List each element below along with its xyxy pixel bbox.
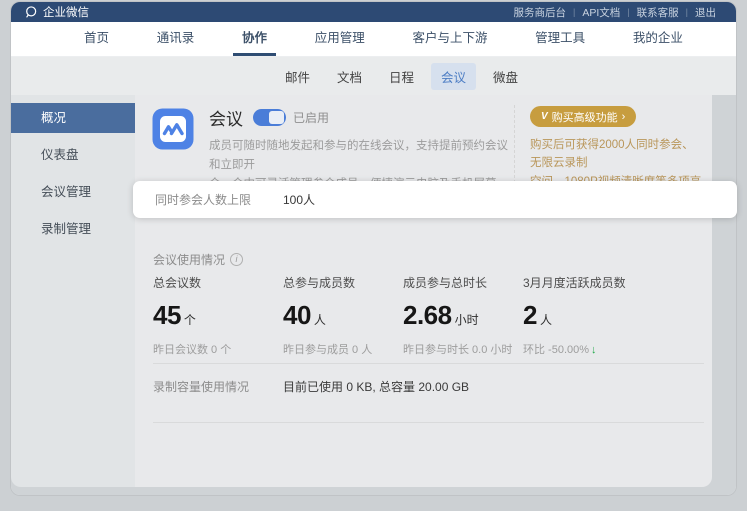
buy-premium-label: 购买高级功能	[552, 109, 618, 125]
link-service-provider[interactable]: 服务商后台	[507, 5, 574, 20]
trend-down-icon: ↓	[591, 344, 597, 356]
sidebar: 概况 仪表盘 会议管理 录制管理	[11, 95, 135, 487]
nav-item-customers[interactable]: 客户与上下游	[403, 22, 496, 56]
stat-value: 40	[283, 300, 311, 331]
stat-total-meetings: 总会议数 45 个 昨日会议数 0 个	[153, 274, 283, 357]
topbar-links: 服务商后台 | API文档 | 联系客服 | 退出	[507, 5, 723, 20]
sidebar-item-overview[interactable]: 概况	[11, 103, 135, 133]
link-api-docs[interactable]: API文档	[575, 5, 627, 20]
stat-label: 总会议数	[153, 274, 283, 291]
usage-title-text: 会议使用情况	[153, 251, 225, 268]
stat-unit: 人	[540, 311, 552, 328]
toggle-knob	[269, 111, 284, 124]
recording-usage-row: 录制容量使用情况 目前已使用 0 KB, 总容量 20.00 GB	[153, 378, 469, 395]
link-contact-support[interactable]: 联系客服	[630, 5, 686, 20]
link-logout[interactable]: 退出	[688, 5, 723, 20]
limit-label: 同时参会人数上限	[155, 191, 283, 208]
tab-mail[interactable]: 邮件	[275, 63, 320, 90]
stat-label: 3月月度活跃成员数	[523, 274, 704, 291]
chevron-right-icon: ›	[622, 111, 626, 123]
usage-stats: 总会议数 45 个 昨日会议数 0 个 总参与成员数 40 人 昨日	[153, 274, 704, 357]
nav-item-home[interactable]: 首页	[75, 22, 118, 56]
meeting-app-icon	[151, 107, 195, 151]
sidebar-item-recording-management[interactable]: 录制管理	[11, 214, 135, 244]
stat-unit: 人	[314, 311, 326, 328]
stat-value: 2.68	[403, 300, 452, 331]
stat-monthly-active: 3月月度活跃成员数 2 人 环比 -50.00%↓	[523, 274, 704, 357]
info-icon[interactable]: i	[230, 253, 243, 266]
app-description-line1: 成员可随时随地发起和参与的在线会议，支持提前预约会议和立即开	[209, 137, 514, 175]
nav-item-my-company[interactable]: 我的企业	[624, 22, 692, 56]
usage-section-title: 会议使用情况 i	[153, 251, 243, 268]
stat-subtext: 昨日参与时长 0.0 小时	[403, 341, 523, 357]
stat-value: 45	[153, 300, 181, 331]
wecom-logo-icon	[24, 5, 38, 19]
stat-total-participants: 总参与成员数 40 人 昨日参与成员 0 人	[283, 274, 403, 357]
nav-item-contacts[interactable]: 通讯录	[148, 22, 204, 56]
nav-item-admin-tools[interactable]: 管理工具	[526, 22, 594, 56]
tab-calendar[interactable]: 日程	[379, 63, 424, 90]
stat-subtext: 昨日参与成员 0 人	[283, 341, 403, 357]
stat-value: 2	[523, 300, 537, 331]
limit-value: 100人	[283, 191, 315, 208]
premium-description-line1: 购买后可获得2000人同时参会、无限云录制	[530, 136, 702, 173]
brand-name: 企业微信	[43, 4, 89, 20]
content-area: 概况 仪表盘 会议管理 录制管理 会议	[11, 95, 736, 495]
stat-unit: 小时	[455, 311, 479, 328]
divider	[153, 363, 704, 364]
sidebar-item-meeting-management[interactable]: 会议管理	[11, 177, 135, 207]
app-title: 会议	[209, 105, 243, 130]
nav-item-app-management[interactable]: 应用管理	[306, 22, 374, 56]
stat-unit: 个	[184, 311, 196, 328]
sub-tabstrip: 邮件 文档 日程 会议 微盘	[11, 57, 736, 95]
app-window: 企业微信 服务商后台 | API文档 | 联系客服 | 退出 首页 通讯录 协作…	[11, 2, 736, 495]
toggle-state-label: 已启用	[293, 109, 329, 126]
stat-subtext: 昨日会议数 0 个	[153, 341, 283, 357]
limit-highlight-row: 同时参会人数上限 100人	[133, 181, 737, 218]
main-nav: 首页 通讯录 协作 应用管理 客户与上下游 管理工具 我的企业	[11, 22, 736, 57]
buy-premium-button[interactable]: V 购买高级功能 ›	[530, 106, 636, 127]
content-panel: 概况 仪表盘 会议管理 录制管理 会议	[11, 95, 712, 487]
topbar: 企业微信 服务商后台 | API文档 | 联系客服 | 退出	[11, 2, 736, 22]
tab-meeting[interactable]: 会议	[431, 63, 476, 90]
divider	[153, 422, 704, 423]
tab-docs[interactable]: 文档	[327, 63, 372, 90]
recording-value: 目前已使用 0 KB, 总容量 20.00 GB	[283, 378, 469, 395]
app-title-row: 会议 已启用	[209, 105, 514, 130]
tab-drive[interactable]: 微盘	[483, 63, 528, 90]
nav-item-collaboration[interactable]: 协作	[233, 22, 276, 56]
brand: 企业微信	[24, 4, 89, 20]
recording-label: 录制容量使用情况	[153, 378, 283, 395]
vip-v-icon: V	[541, 111, 548, 122]
stat-total-duration: 成员参与总时长 2.68 小时 昨日参与时长 0.0 小时	[403, 274, 523, 357]
stat-label: 成员参与总时长	[403, 274, 523, 291]
main-card: 会议 已启用 成员可随时随地发起和参与的在线会议，支持提前预约会议和立即开 会，…	[135, 95, 712, 487]
sidebar-item-dashboard[interactable]: 仪表盘	[11, 140, 135, 170]
enable-toggle[interactable]	[253, 109, 286, 126]
stat-label: 总参与成员数	[283, 274, 403, 291]
stat-subtext: 环比 -50.00%↓	[523, 341, 704, 357]
